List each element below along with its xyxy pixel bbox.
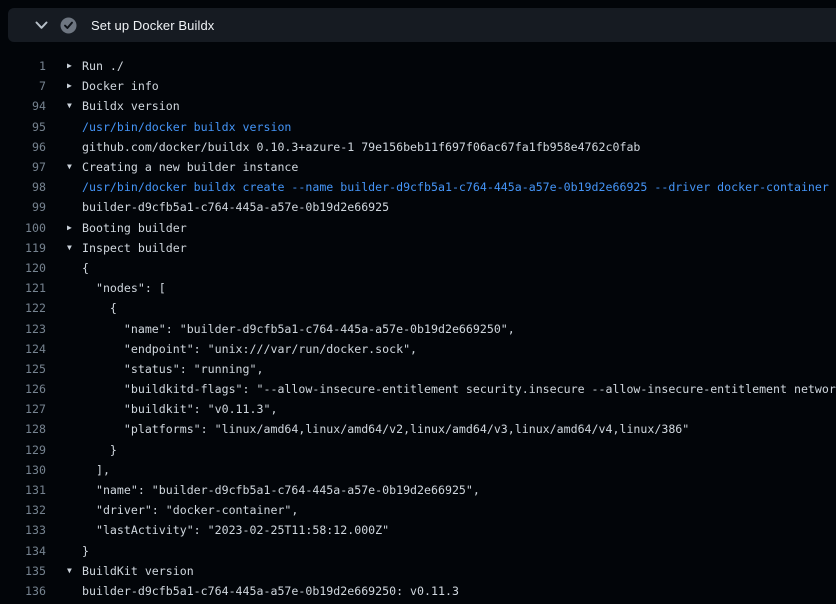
line-number[interactable]: 100 xyxy=(0,221,46,235)
log-line: 120 { xyxy=(0,258,836,278)
log-group-header[interactable]: ▶Run ./ xyxy=(82,59,124,73)
log-line: 99 builder-d9cfb5a1-c764-445a-a57e-0b19d2… xyxy=(0,197,836,217)
log-line: 121 "nodes": [ xyxy=(0,278,836,298)
log-line: 129 } xyxy=(0,440,836,460)
group-collapsed-icon[interactable]: ▶ xyxy=(67,62,72,70)
log-line: 130 ], xyxy=(0,460,836,480)
log-group-header[interactable]: ▼Buildx version xyxy=(82,99,180,113)
log-line: 1 ▶Run ./ xyxy=(0,56,836,76)
log-line: 100 ▶Booting builder xyxy=(0,218,836,238)
log-line: 133 "lastActivity": "2023-02-25T11:58:12… xyxy=(0,520,836,540)
line-number[interactable]: 124 xyxy=(0,342,46,356)
line-number[interactable]: 99 xyxy=(0,200,46,214)
log-group-header[interactable]: ▼Inspect builder xyxy=(82,241,187,255)
log-line: 119 ▼Inspect builder xyxy=(0,238,836,258)
group-expanded-icon[interactable]: ▼ xyxy=(67,244,72,252)
log-text: } xyxy=(82,443,117,457)
log-line: 127 "buildkit": "v0.11.3", xyxy=(0,399,836,419)
log-line: 124 "endpoint": "unix:///var/run/docker.… xyxy=(0,339,836,359)
log-output: 1 ▶Run ./ 7 ▶Docker info 94 ▼Buildx version 95… xyxy=(0,42,836,604)
log-text: github.com/docker/buildx 0.10.3+azure-1 … xyxy=(82,140,640,154)
log-line: 132 "driver": "docker-container", xyxy=(0,500,836,520)
log-line: 7 ▶Docker info xyxy=(0,76,836,96)
log-line: 131 "name": "builder-d9cfb5a1-c764-445a-… xyxy=(0,480,836,500)
chevron-down-icon[interactable] xyxy=(35,21,48,30)
line-number[interactable]: 123 xyxy=(0,322,46,336)
log-line: 128 "platforms": "linux/amd64,linux/amd6… xyxy=(0,419,836,439)
line-number[interactable]: 119 xyxy=(0,241,46,255)
line-number[interactable]: 126 xyxy=(0,382,46,396)
log-text: "lastActivity": "2023-02-25T11:58:12.000… xyxy=(82,523,389,537)
line-number[interactable]: 120 xyxy=(0,261,46,275)
line-number[interactable]: 130 xyxy=(0,463,46,477)
line-number[interactable]: 133 xyxy=(0,523,46,537)
line-number[interactable]: 98 xyxy=(0,180,46,194)
log-text: "name": "builder-d9cfb5a1-c764-445a-a57e… xyxy=(82,483,480,497)
line-number[interactable]: 129 xyxy=(0,443,46,457)
log-text: "buildkitd-flags": "--allow-insecure-ent… xyxy=(82,382,836,396)
line-number[interactable]: 128 xyxy=(0,422,46,436)
group-collapsed-icon[interactable]: ▶ xyxy=(67,223,72,231)
log-line: 126 "buildkitd-flags": "--allow-insecure… xyxy=(0,379,836,399)
group-expanded-icon[interactable]: ▼ xyxy=(67,567,72,575)
line-number[interactable]: 122 xyxy=(0,301,46,315)
success-check-icon xyxy=(60,17,77,34)
step-title: Set up Docker Buildx xyxy=(91,18,214,33)
line-number[interactable]: 95 xyxy=(0,120,46,134)
line-number[interactable]: 94 xyxy=(0,99,46,113)
line-number[interactable]: 135 xyxy=(0,564,46,578)
step-header[interactable]: Set up Docker Buildx xyxy=(8,8,836,42)
log-text: ], xyxy=(82,463,110,477)
line-number[interactable]: 96 xyxy=(0,140,46,154)
log-text: "driver": "docker-container", xyxy=(82,503,298,517)
log-text: { xyxy=(82,301,117,315)
log-line: 94 ▼Buildx version xyxy=(0,96,836,116)
log-line: 136 builder-d9cfb5a1-c764-445a-a57e-0b19d… xyxy=(0,581,836,601)
group-expanded-icon[interactable]: ▼ xyxy=(67,163,72,171)
group-expanded-icon[interactable]: ▼ xyxy=(67,102,72,110)
log-group-header[interactable]: ▶Docker info xyxy=(82,79,159,93)
log-line: 96 github.com/docker/buildx 0.10.3+azure-… xyxy=(0,137,836,157)
line-number[interactable]: 134 xyxy=(0,544,46,558)
log-text: builder-d9cfb5a1-c764-445a-a57e-0b19d2e6… xyxy=(82,584,459,598)
line-number[interactable]: 1 xyxy=(0,59,46,73)
line-number[interactable]: 125 xyxy=(0,362,46,376)
log-line: 97 ▼Creating a new builder instance xyxy=(0,157,836,177)
line-number[interactable]: 7 xyxy=(0,79,46,93)
log-line: 95/usr/bin/docker buildx version xyxy=(0,117,836,137)
line-number[interactable]: 136 xyxy=(0,584,46,598)
log-line: 125 "status": "running", xyxy=(0,359,836,379)
log-group-header[interactable]: ▼Creating a new builder instance xyxy=(82,160,298,174)
log-line: 122 { xyxy=(0,298,836,318)
log-text: "platforms": "linux/amd64,linux/amd64/v2… xyxy=(82,422,689,436)
log-text: /usr/bin/docker buildx create --name bui… xyxy=(82,180,829,194)
line-number[interactable]: 131 xyxy=(0,483,46,497)
group-collapsed-icon[interactable]: ▶ xyxy=(67,82,72,90)
log-group-header[interactable]: ▶Booting builder xyxy=(82,221,187,235)
log-text: "name": "builder-d9cfb5a1-c764-445a-a57e… xyxy=(82,322,515,336)
line-number[interactable]: 132 xyxy=(0,503,46,517)
log-line: 134} xyxy=(0,541,836,561)
log-text: { xyxy=(82,261,89,275)
log-line: 123 "name": "builder-d9cfb5a1-c764-445a-… xyxy=(0,318,836,338)
line-number[interactable]: 97 xyxy=(0,160,46,174)
log-text: "status": "running", xyxy=(82,362,263,376)
log-text: "buildkit": "v0.11.3", xyxy=(82,402,277,416)
line-number[interactable]: 121 xyxy=(0,281,46,295)
actions-log-viewer: { "header": { "title": "Set up Docker Bu… xyxy=(0,0,836,604)
log-group-header[interactable]: ▼BuildKit version xyxy=(82,564,194,578)
log-line: 135 ▼BuildKit version xyxy=(0,561,836,581)
log-text: } xyxy=(82,544,89,558)
log-line: 98/usr/bin/docker buildx create --name b… xyxy=(0,177,836,197)
log-text: "endpoint": "unix:///var/run/docker.sock… xyxy=(82,342,417,356)
line-number[interactable]: 127 xyxy=(0,402,46,416)
log-text: "nodes": [ xyxy=(82,281,166,295)
log-text: builder-d9cfb5a1-c764-445a-a57e-0b19d2e6… xyxy=(82,200,389,214)
log-text: /usr/bin/docker buildx version xyxy=(82,120,291,134)
